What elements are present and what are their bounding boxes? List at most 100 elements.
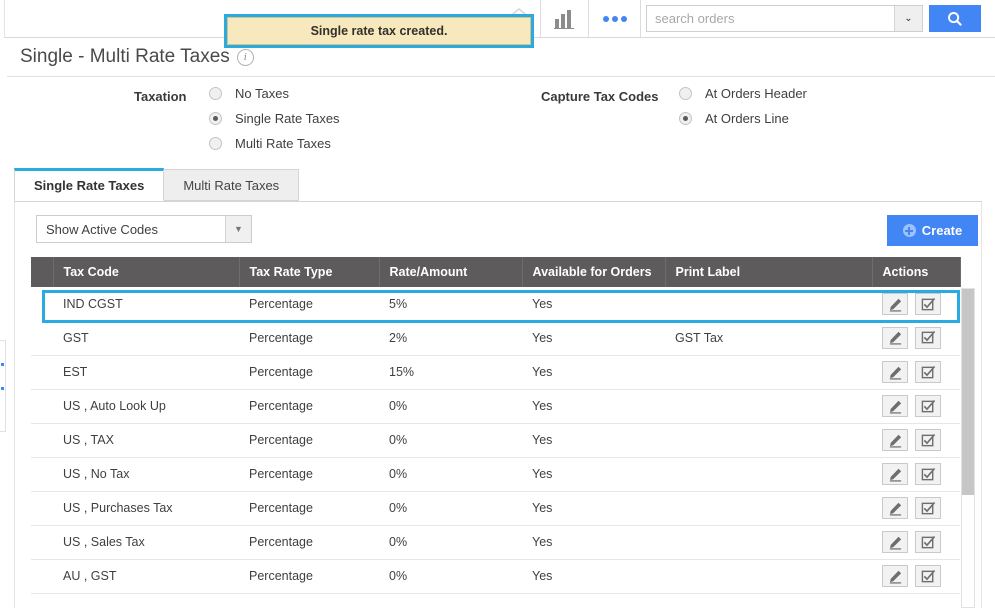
header-divider bbox=[7, 76, 995, 77]
more-dots-icon[interactable] bbox=[600, 12, 630, 26]
tab-multi-rate-taxes[interactable]: Multi Rate Taxes bbox=[163, 169, 300, 201]
page-title-text: Single - Multi Rate Taxes bbox=[20, 46, 230, 67]
table-row[interactable]: US , No Tax Percentage 0% Yes bbox=[31, 457, 960, 492]
radio-no-taxes-control[interactable] bbox=[209, 87, 222, 100]
search-input[interactable] bbox=[647, 6, 894, 31]
bar-chart-icon[interactable] bbox=[552, 7, 578, 30]
cell-available-for-orders: Yes bbox=[522, 389, 665, 424]
cell-print-label bbox=[665, 457, 872, 492]
chevron-down-icon[interactable]: ▼ bbox=[225, 216, 251, 242]
table-row[interactable]: EST Percentage 15% Yes bbox=[31, 355, 960, 390]
pencil-edit-icon[interactable] bbox=[882, 361, 908, 383]
cell-actions bbox=[872, 287, 960, 321]
pencil-edit-icon[interactable] bbox=[882, 395, 908, 417]
search-button[interactable] bbox=[929, 5, 981, 32]
checkbox-check-icon[interactable] bbox=[915, 326, 941, 349]
table-row[interactable]: US , Sales Tax Percentage 0% Yes bbox=[31, 525, 960, 560]
cell-print-label: GST Tax bbox=[665, 321, 872, 356]
create-button[interactable]: Create bbox=[887, 215, 978, 246]
table-row[interactable]: GST Percentage 2% Yes GST Tax bbox=[31, 321, 960, 356]
toolbar-divider-3 bbox=[640, 0, 641, 38]
radio-at-orders-line-control[interactable] bbox=[679, 112, 692, 125]
checkbox-check-icon[interactable] bbox=[915, 361, 941, 383]
column-header-actions: Actions bbox=[872, 257, 961, 287]
radio-option-multi-rate-taxes[interactable]: Multi Rate Taxes bbox=[196, 136, 331, 151]
checkbox-check-icon[interactable] bbox=[915, 497, 941, 519]
row-spacer-cell bbox=[31, 525, 53, 560]
create-button-label: Create bbox=[921, 223, 963, 238]
column-header-rate-amount[interactable]: Rate/Amount bbox=[379, 257, 523, 287]
plus-circle-icon bbox=[902, 224, 916, 237]
cell-print-label bbox=[665, 423, 872, 458]
column-header-tax-rate-type[interactable]: Tax Rate Type bbox=[239, 257, 380, 287]
checkbox-check-icon[interactable] bbox=[915, 565, 941, 587]
cell-rate-amount: 0% bbox=[379, 559, 522, 594]
cell-available-for-orders: Yes bbox=[522, 355, 665, 390]
table-row[interactable]: US , Auto Look Up Percentage 0% Yes bbox=[31, 389, 960, 424]
cell-tax-code: US , Sales Tax bbox=[53, 525, 239, 560]
checkbox-check-icon[interactable] bbox=[915, 395, 941, 417]
cell-tax-code: US , TAX bbox=[53, 423, 239, 458]
cell-available-for-orders: Yes bbox=[522, 287, 665, 321]
checkbox-check-icon[interactable] bbox=[915, 293, 941, 315]
table-body: IND CGST Percentage 5% Yes GST Percentage 2% Ye… bbox=[31, 287, 960, 594]
left-edge-panel bbox=[0, 340, 6, 432]
table-row[interactable]: AU , GST Percentage 0% Yes bbox=[31, 559, 960, 594]
row-spacer-cell bbox=[31, 457, 53, 492]
search-dropdown-caret[interactable]: ⌄ bbox=[894, 6, 922, 31]
cell-tax-rate-type: Percentage bbox=[239, 559, 379, 594]
pencil-edit-icon[interactable] bbox=[882, 497, 908, 519]
radio-option-no-taxes[interactable]: No Taxes bbox=[196, 86, 289, 101]
radio-multi-rate-taxes-control[interactable] bbox=[209, 137, 222, 150]
cell-tax-code: EST bbox=[53, 355, 239, 390]
table-row[interactable]: US , Purchases Tax Percentage 0% Yes bbox=[31, 491, 960, 526]
tax-codes-table-region: Tax Code Tax Rate Type Rate/Amount Avail… bbox=[31, 257, 975, 608]
pencil-edit-icon[interactable] bbox=[882, 429, 908, 451]
column-header-spacer bbox=[31, 257, 54, 287]
pencil-edit-icon[interactable] bbox=[882, 565, 908, 587]
cell-rate-amount: 0% bbox=[379, 525, 522, 560]
radio-option-single-rate-taxes[interactable]: Single Rate Taxes bbox=[196, 111, 340, 126]
pencil-edit-icon[interactable] bbox=[882, 326, 908, 349]
cell-tax-rate-type: Percentage bbox=[239, 321, 379, 356]
cell-available-for-orders: Yes bbox=[522, 423, 665, 458]
cell-actions bbox=[872, 457, 960, 492]
radio-at-orders-header-control[interactable] bbox=[679, 87, 692, 100]
row-spacer-cell bbox=[31, 423, 53, 458]
scrollbar-thumb[interactable] bbox=[962, 289, 974, 495]
pencil-edit-icon[interactable] bbox=[882, 531, 908, 553]
radio-single-rate-taxes-control[interactable] bbox=[209, 112, 222, 125]
cell-actions bbox=[872, 389, 960, 424]
pencil-edit-icon[interactable] bbox=[882, 293, 908, 315]
cell-tax-rate-type: Percentage bbox=[239, 389, 379, 424]
cell-tax-code: US , No Tax bbox=[53, 457, 239, 492]
radio-option-at-orders-line[interactable]: At Orders Line bbox=[666, 111, 789, 126]
search-box[interactable]: ⌄ bbox=[646, 5, 923, 32]
table-header-row: Tax Code Tax Rate Type Rate/Amount Avail… bbox=[31, 257, 961, 287]
cell-actions bbox=[872, 321, 960, 356]
table-row[interactable]: US , TAX Percentage 0% Yes bbox=[31, 423, 960, 458]
table-vertical-scrollbar[interactable] bbox=[961, 288, 975, 608]
cell-print-label bbox=[665, 491, 872, 526]
checkbox-check-icon[interactable] bbox=[915, 429, 941, 451]
cell-rate-amount: 0% bbox=[379, 389, 522, 424]
table-row[interactable]: IND CGST Percentage 5% Yes bbox=[31, 287, 960, 321]
settings-radio-area: Taxation No Taxes Single Rate Taxes Mult… bbox=[0, 84, 995, 160]
column-header-available-for-orders[interactable]: Available for Orders bbox=[522, 257, 666, 287]
cell-tax-rate-type: Percentage bbox=[239, 525, 379, 560]
cell-tax-rate-type: Percentage bbox=[239, 491, 379, 526]
toolbar-divider-1 bbox=[540, 0, 541, 38]
column-header-print-label[interactable]: Print Label bbox=[665, 257, 873, 287]
checkbox-check-icon[interactable] bbox=[915, 531, 941, 553]
checkbox-check-icon[interactable] bbox=[915, 463, 941, 485]
radio-at-orders-line-label: At Orders Line bbox=[705, 111, 789, 126]
tab-single-rate-taxes[interactable]: Single Rate Taxes bbox=[14, 168, 165, 201]
cell-actions bbox=[872, 423, 960, 458]
info-icon[interactable]: i bbox=[236, 48, 254, 66]
row-spacer-cell bbox=[31, 491, 53, 526]
radio-option-at-orders-header[interactable]: At Orders Header bbox=[666, 86, 807, 101]
pencil-edit-icon[interactable] bbox=[882, 463, 908, 485]
radio-multi-rate-taxes-label: Multi Rate Taxes bbox=[235, 136, 331, 151]
code-filter-select[interactable]: Show Active Codes ▼ bbox=[36, 215, 252, 243]
column-header-tax-code[interactable]: Tax Code bbox=[53, 257, 240, 287]
